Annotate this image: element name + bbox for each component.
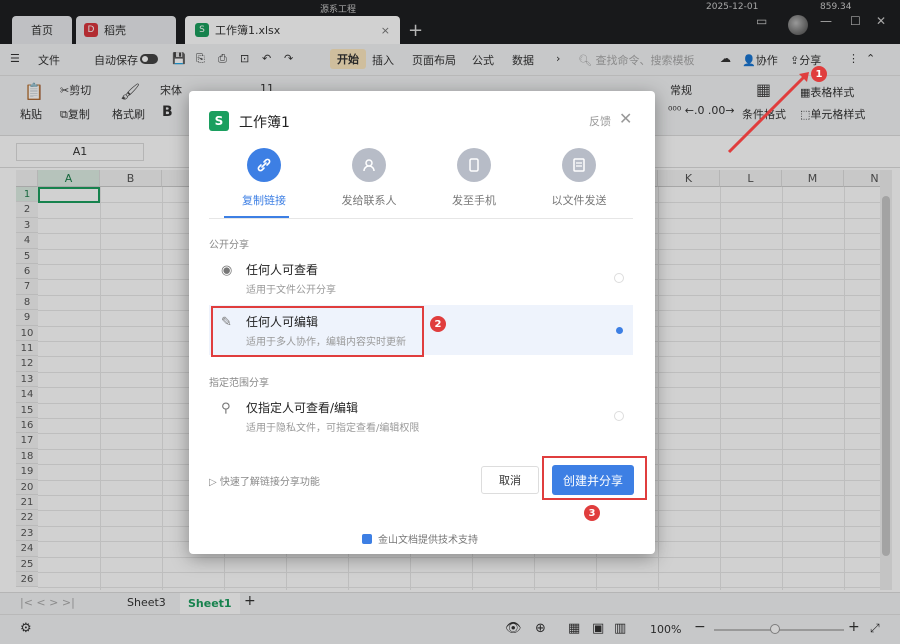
file-icon — [562, 148, 596, 182]
phone-icon — [457, 148, 491, 182]
contact-icon — [352, 148, 386, 182]
eye-icon: ◉ — [221, 263, 233, 278]
public-share-heading: 公开分享 — [209, 240, 249, 251]
learn-more-link[interactable]: ▷ 快速了解链接分享功能 — [209, 473, 320, 488]
radio-anyone-edit[interactable] — [616, 327, 623, 334]
share-phone[interactable]: 发至手机 — [419, 148, 529, 208]
share-contact[interactable]: 发给联系人 — [314, 148, 424, 208]
person-icon: ⚲ — [221, 401, 231, 416]
link-icon — [247, 148, 281, 182]
highlight-create-button — [542, 456, 647, 500]
share-copy-link[interactable]: 复制链接 — [209, 148, 319, 208]
radio-specified[interactable] — [614, 411, 624, 421]
specified-share-heading: 指定范围分享 — [209, 378, 269, 389]
dialog-title: 工作簿1 — [239, 115, 290, 131]
divider — [209, 218, 633, 219]
close-icon[interactable]: ✕ — [619, 109, 632, 128]
cancel-button[interactable]: 取消 — [481, 466, 539, 494]
radio-anyone-view[interactable] — [614, 273, 624, 283]
play-icon: ▷ — [209, 477, 217, 488]
highlight-edit-option — [211, 306, 424, 357]
spreadsheet-icon: S — [209, 111, 229, 131]
powered-by: 金山文档提供技术支持 — [362, 531, 478, 546]
active-tab-indicator — [224, 216, 289, 218]
kdocs-icon — [362, 533, 372, 544]
feedback-link[interactable]: 反馈 — [589, 113, 611, 129]
option-anyone-view[interactable]: ◉ 任何人可查看 适用于文件公开分享 — [209, 253, 633, 303]
annotation-arrow — [727, 72, 809, 154]
option-specified[interactable]: ⚲ 仅指定人可查看/编辑 适用于隐私文件，可指定查看/编辑权限 — [209, 391, 633, 441]
annotation-badge-3: 3 — [584, 505, 600, 521]
share-file[interactable]: 以文件发送 — [524, 148, 634, 208]
annotation-badge-2: 2 — [430, 316, 446, 332]
